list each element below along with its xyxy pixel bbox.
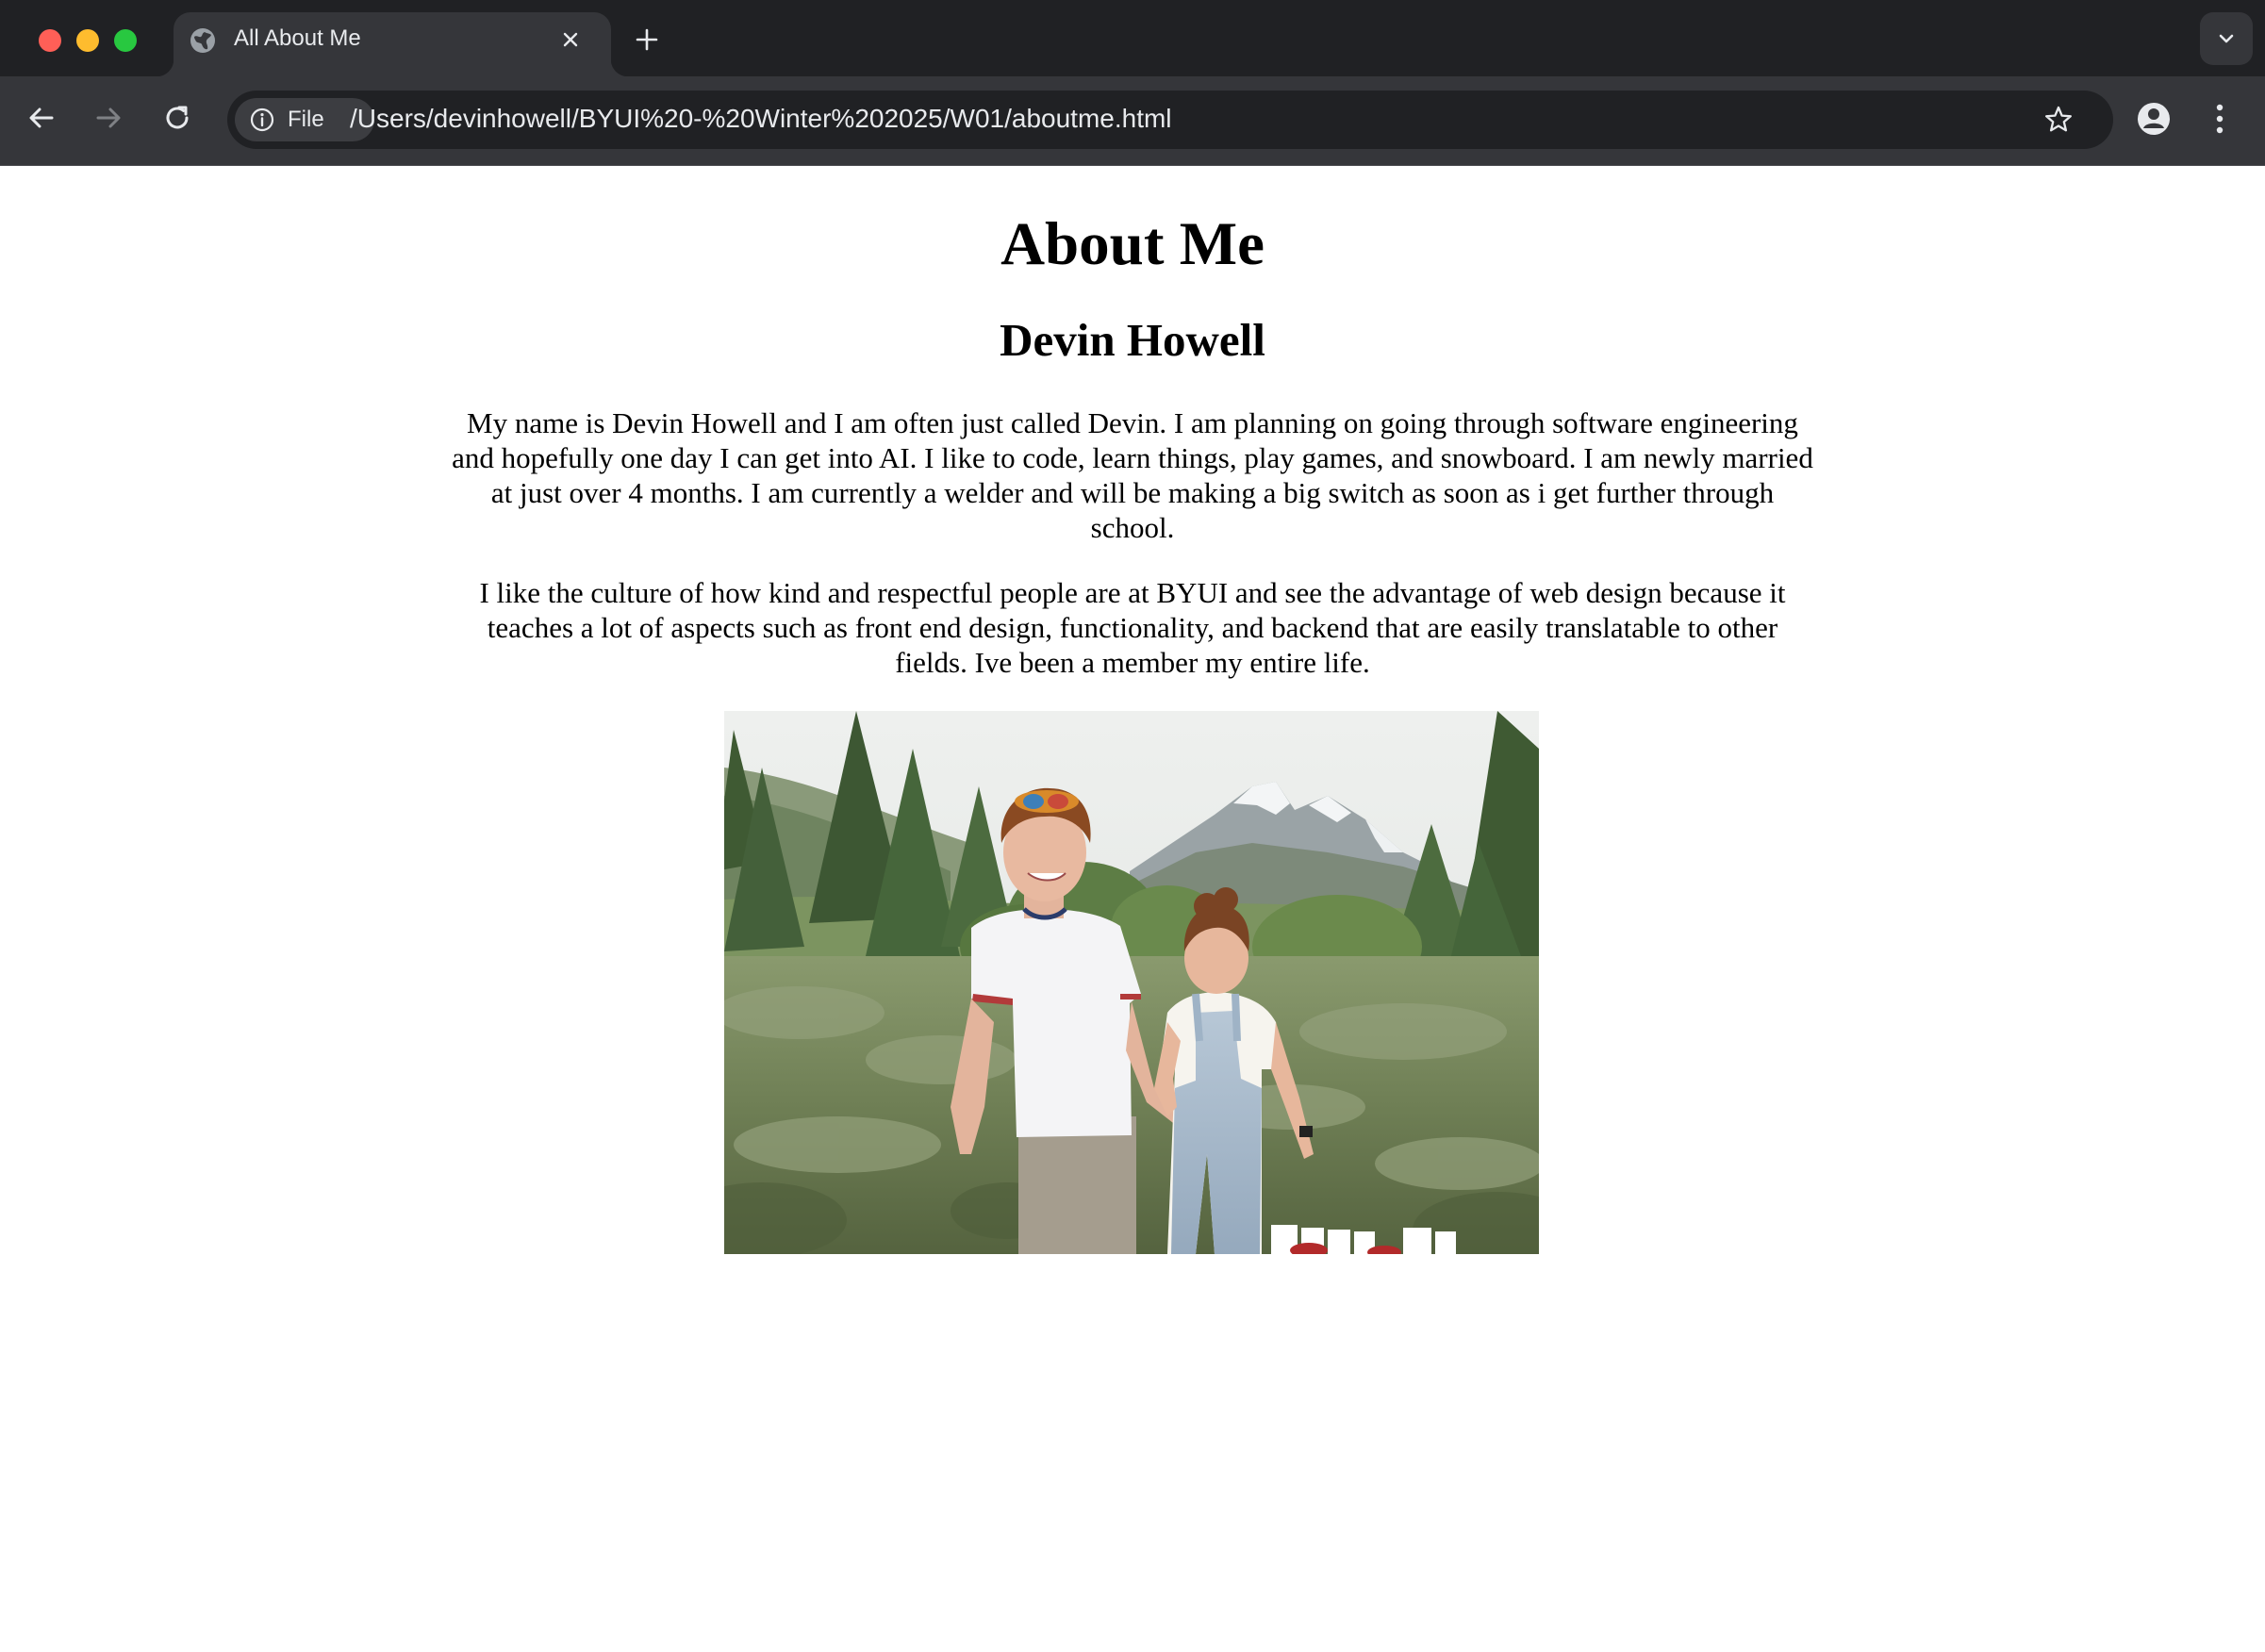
arrow-right-icon[interactable] [90, 99, 127, 137]
arrow-left-icon[interactable] [23, 99, 60, 137]
tab-strip: All About Me [0, 0, 2265, 76]
address-bar[interactable]: File /Users/devinhowell/BYUI%20-%20Winte… [227, 91, 2113, 149]
browser-window: All About Me File /Users/devinhowell/BYU… [0, 0, 2265, 1652]
minimize-window-button[interactable] [76, 29, 99, 52]
site-chip-label: File [288, 107, 324, 132]
tab-active[interactable]: All About Me [157, 12, 628, 76]
star-icon[interactable] [2042, 104, 2075, 136]
couple-photo [724, 711, 1539, 1254]
profile-icon[interactable] [2135, 100, 2173, 138]
reload-icon[interactable] [158, 99, 196, 137]
kebab-menu-icon[interactable] [2206, 100, 2234, 138]
page-subtitle: Devin Howell [1000, 314, 1265, 366]
tab-search-button[interactable] [2200, 12, 2253, 65]
tab-title: All About Me [234, 25, 361, 51]
close-icon[interactable] [556, 25, 585, 54]
page-title: About Me [1000, 210, 1265, 278]
bio-paragraph-2: I like the culture of how kind and respe… [479, 576, 1786, 679]
page-viewport: About Me Devin Howell My name is Devin H… [0, 166, 2265, 1652]
close-window-button[interactable] [39, 29, 61, 52]
info-icon [250, 107, 274, 132]
maximize-window-button[interactable] [114, 29, 137, 52]
globe-icon [190, 28, 215, 53]
bio-paragraph-1: My name is Devin Howell and I am often j… [452, 406, 1813, 544]
url-text[interactable]: /Users/devinhowell/BYUI%20-%20Winter%202… [350, 104, 1172, 134]
chevron-down-icon [2219, 34, 2234, 43]
plus-icon[interactable] [633, 25, 661, 54]
toolbar: File /Users/devinhowell/BYUI%20-%20Winte… [0, 76, 2265, 166]
